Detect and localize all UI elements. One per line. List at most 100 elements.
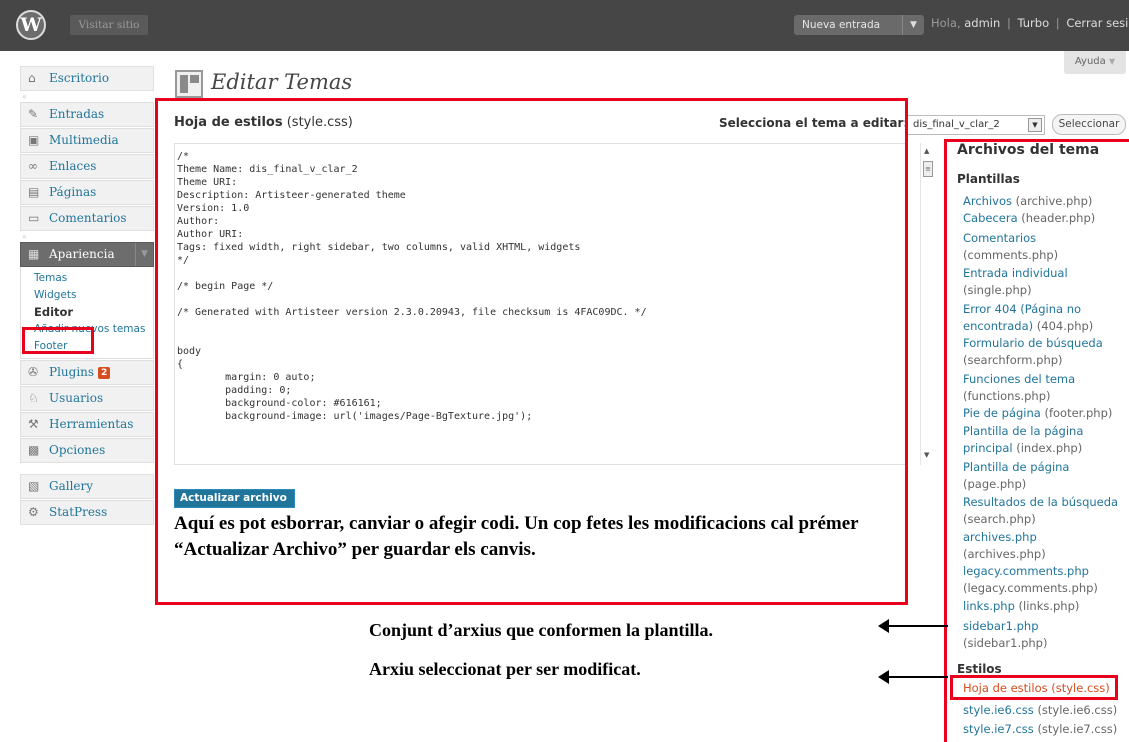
file-link[interactable]: Entrada individual bbox=[963, 266, 1068, 280]
file-link[interactable]: Resultados de la búsqueda bbox=[963, 495, 1118, 509]
file-list-item[interactable]: style.ie6.css (style.ie6.css) bbox=[963, 702, 1129, 719]
file-list-item[interactable]: Plantilla de página (page.php) bbox=[963, 459, 1129, 493]
turbo-link[interactable]: Turbo bbox=[1017, 16, 1049, 30]
menu-item-settings[interactable]: ▩ Opciones bbox=[20, 438, 154, 463]
username-link[interactable]: admin bbox=[964, 16, 1000, 30]
file-link[interactable]: links.php bbox=[963, 599, 1015, 613]
file-link[interactable]: Cabecera bbox=[963, 211, 1018, 225]
file-list-item[interactable]: legacy.comments.php (legacy.comments.php) bbox=[963, 563, 1129, 597]
help-label[interactable]: Ayuda bbox=[1075, 56, 1106, 67]
collapse-icon[interactable]: « bbox=[22, 93, 27, 101]
code-line: Theme Name: dis_final_v_clar_2 bbox=[177, 164, 358, 175]
editor-scrollbar[interactable]: ▲ ≡ ▼ bbox=[920, 143, 935, 465]
file-link[interactable]: style.ie7.css bbox=[963, 722, 1034, 736]
admin-menu: ⌂ Escritorio « ✎ Entradas ▣ Multimedia ∞… bbox=[20, 66, 154, 526]
file-link[interactable]: style.ie6.css bbox=[963, 703, 1034, 717]
menu-item-dashboard[interactable]: ⌂ Escritorio bbox=[20, 66, 154, 91]
submenu-item-widgets[interactable]: Widgets bbox=[21, 287, 153, 304]
file-link[interactable]: sidebar1.php bbox=[963, 619, 1039, 633]
file-list-item[interactable]: sidebar1.php (sidebar1.php) bbox=[963, 618, 1129, 652]
file-link[interactable]: Archivos bbox=[963, 194, 1012, 208]
submenu-item-themes[interactable]: Temas bbox=[21, 270, 153, 287]
help-tab[interactable]: Ayuda ▼ bbox=[1064, 51, 1126, 74]
menu-item-appearance[interactable]: ▦ Apariencia ▼ bbox=[20, 242, 154, 267]
file-link[interactable]: Comentarios bbox=[963, 231, 1036, 245]
menu-item-label[interactable]: Entradas bbox=[49, 107, 104, 121]
menu-item-label[interactable]: Herramientas bbox=[49, 417, 133, 431]
submenu-item-footer[interactable]: Footer bbox=[21, 338, 153, 355]
submenu-item-editor[interactable]: Editor bbox=[21, 304, 153, 321]
collapse-icon[interactable]: « bbox=[22, 233, 27, 241]
file-link[interactable]: Formulario de búsqueda bbox=[963, 336, 1103, 350]
update-count-badge: 2 bbox=[98, 367, 111, 379]
menu-item-comments[interactable]: ▭ Comentarios bbox=[20, 206, 154, 231]
file-name: (sidebar1.php) bbox=[963, 636, 1048, 650]
theme-select[interactable]: dis_final_v_clar_2 ▼ bbox=[907, 115, 1045, 135]
code-line: margin: 0 auto; bbox=[177, 372, 316, 383]
file-list-item[interactable]: Pie de página (footer.php) bbox=[963, 405, 1129, 422]
file-list-item[interactable]: links.php (links.php) bbox=[963, 598, 1129, 615]
logout-link[interactable]: Cerrar sesión bbox=[1066, 16, 1129, 30]
menu-item-posts[interactable]: ✎ Entradas bbox=[20, 102, 154, 127]
file-list-item[interactable]: Resultados de la búsqueda (search.php) bbox=[963, 494, 1129, 528]
file-list-item[interactable]: Funciones del tema (functions.php) bbox=[963, 371, 1129, 405]
home-icon: ⌂ bbox=[28, 71, 36, 85]
menu-item-label[interactable]: Páginas bbox=[49, 185, 96, 199]
code-line: /* bbox=[177, 151, 190, 162]
new-entry-label[interactable]: Nueva entrada bbox=[802, 19, 880, 31]
file-list-item[interactable]: Cabecera (header.php) bbox=[963, 210, 1129, 227]
menu-item-tools[interactable]: ⚒ Herramientas bbox=[20, 412, 154, 437]
select-theme-button[interactable]: Seleccionar bbox=[1052, 114, 1126, 135]
file-link[interactable]: legacy.comments.php bbox=[963, 564, 1089, 578]
menu-item-statpress[interactable]: ⚙ StatPress bbox=[20, 500, 154, 525]
file-list-item-current[interactable]: Hoja de estilos (style.css) bbox=[963, 680, 1129, 697]
menu-item-label[interactable]: Plugins bbox=[49, 365, 94, 379]
scroll-down-icon[interactable]: ▼ bbox=[924, 451, 929, 459]
menu-item-links[interactable]: ∞ Enlaces bbox=[20, 154, 154, 179]
file-name: (index.php) bbox=[1016, 441, 1083, 455]
file-list-item[interactable]: Entrada individual (single.php) bbox=[963, 265, 1129, 299]
menu-item-label[interactable]: Enlaces bbox=[49, 159, 96, 173]
code-editor-textarea[interactable]: /* Theme Name: dis_final_v_clar_2 Theme … bbox=[174, 143, 906, 465]
menu-item-pages[interactable]: ▤ Páginas bbox=[20, 180, 154, 205]
menu-item-label[interactable]: Apariencia bbox=[49, 247, 115, 261]
theme-select-value[interactable]: dis_final_v_clar_2 bbox=[913, 119, 1000, 130]
menu-item-label[interactable]: Escritorio bbox=[49, 71, 109, 85]
menu-item-label[interactable]: Gallery bbox=[49, 479, 93, 493]
file-list-item[interactable]: style.ie7.css (style.ie7.css) bbox=[963, 721, 1129, 738]
menu-item-users[interactable]: ♘ Usuarios bbox=[20, 386, 154, 411]
menu-item-label[interactable]: Opciones bbox=[49, 443, 105, 457]
file-list-item[interactable]: Plantilla de la página principal (index.… bbox=[963, 423, 1129, 457]
chevron-down-icon[interactable]: ▼ bbox=[135, 243, 153, 266]
chevron-down-icon[interactable]: ▼ bbox=[902, 15, 924, 35]
file-list-item[interactable]: Archivos (archive.php) bbox=[963, 193, 1129, 210]
file-link[interactable]: Funciones del tema bbox=[963, 372, 1075, 386]
file-name: (archives.php) bbox=[963, 547, 1046, 561]
file-link[interactable]: archives.php bbox=[963, 530, 1037, 544]
scroll-up-icon[interactable]: ▲ bbox=[924, 147, 929, 155]
new-entry-button[interactable]: Nueva entrada ▼ bbox=[794, 15, 924, 35]
menu-item-label[interactable]: Usuarios bbox=[49, 391, 103, 405]
file-link[interactable]: Pie de página bbox=[963, 406, 1041, 420]
menu-item-label[interactable]: Multimedia bbox=[49, 133, 119, 147]
chevron-down-icon[interactable]: ▼ bbox=[1028, 118, 1042, 132]
file-name: (functions.php) bbox=[963, 389, 1051, 403]
file-list-item[interactable]: Formulario de búsqueda (searchform.php) bbox=[963, 335, 1129, 369]
update-file-button[interactable]: Actualizar archivo bbox=[174, 489, 295, 508]
file-link[interactable]: Hoja de estilos bbox=[963, 681, 1048, 695]
menu-item-media[interactable]: ▣ Multimedia bbox=[20, 128, 154, 153]
visit-site-button[interactable]: Visitar sitio bbox=[70, 15, 148, 35]
file-list-item[interactable]: Comentarios (comments.php) bbox=[963, 230, 1129, 264]
menu-item-label[interactable]: Comentarios bbox=[49, 211, 127, 225]
wordpress-logo-icon[interactable]: W bbox=[16, 10, 46, 40]
file-list-item[interactable]: archives.php (archives.php) bbox=[963, 529, 1129, 563]
file-list-item[interactable]: Error 404 (Página no encontrada) (404.ph… bbox=[963, 301, 1129, 335]
menu-separator: « bbox=[20, 92, 154, 102]
menu-item-gallery[interactable]: ▧ Gallery bbox=[20, 474, 154, 499]
menu-item-label[interactable]: StatPress bbox=[49, 505, 107, 519]
code-line: background-color: #616161; bbox=[177, 398, 382, 409]
scroll-thumb[interactable]: ≡ bbox=[923, 161, 933, 177]
menu-item-plugins[interactable]: ✇ Plugins 2 bbox=[20, 360, 154, 385]
submenu-item-add-themes[interactable]: Añadir nuevos temas bbox=[21, 321, 153, 338]
file-link[interactable]: Plantilla de página bbox=[963, 460, 1069, 474]
